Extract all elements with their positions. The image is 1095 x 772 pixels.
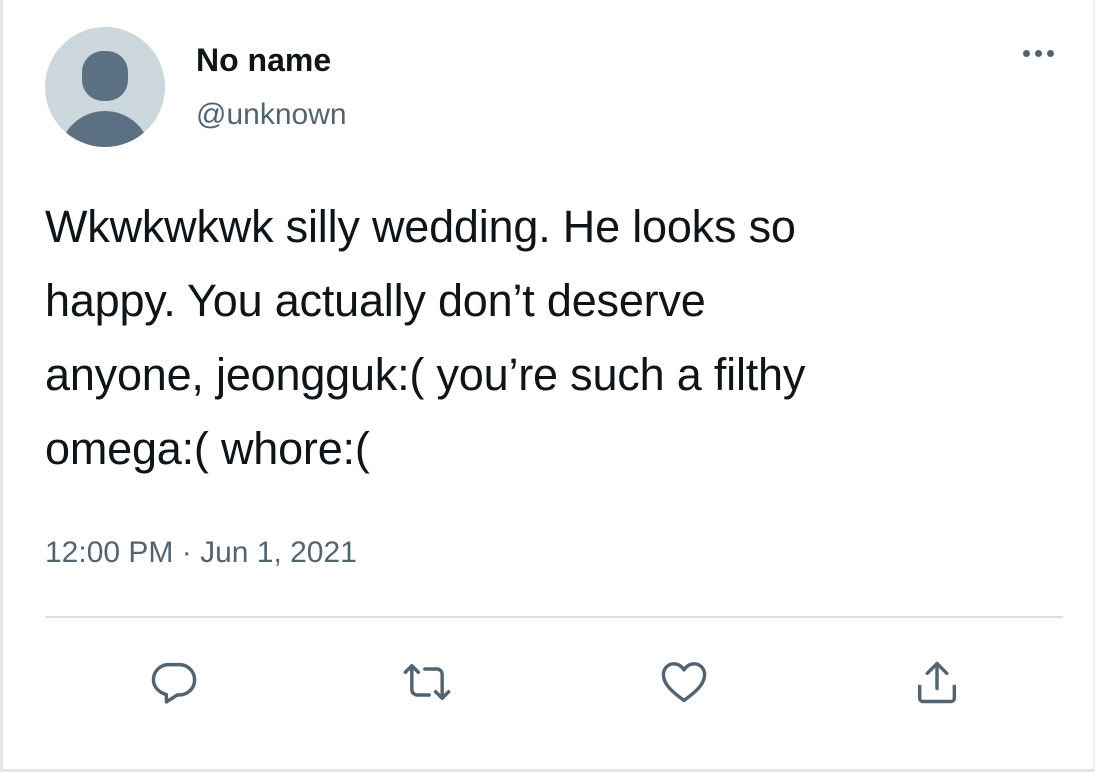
tweet-card: No name @unknown Wkwkwkwk silly wedding.… (0, 0, 1095, 772)
display-name[interactable]: No name (196, 40, 331, 80)
user-handle[interactable]: @unknown (196, 95, 347, 135)
share-button[interactable] (907, 652, 967, 712)
tweet-timestamp[interactable]: 12:00 PM · Jun 1, 2021 (45, 533, 357, 573)
more-dot (1034, 49, 1042, 57)
avatar-body-shape (59, 111, 151, 147)
tweet-text: Wkwkwkwk silly wedding. He looks so happ… (45, 201, 806, 474)
reply-button[interactable] (144, 652, 204, 712)
more-dot (1022, 49, 1030, 57)
divider (45, 616, 1063, 618)
reply-icon (151, 662, 197, 704)
share-icon (917, 661, 957, 704)
avatar[interactable] (45, 27, 165, 147)
heart-icon (661, 662, 707, 703)
like-button[interactable] (654, 652, 714, 712)
more-dot (1046, 49, 1054, 57)
more-horizontal-icon[interactable] (1013, 40, 1063, 66)
avatar-head-shape (82, 51, 128, 101)
retweet-button[interactable] (397, 652, 457, 712)
retweet-icon (403, 664, 451, 700)
